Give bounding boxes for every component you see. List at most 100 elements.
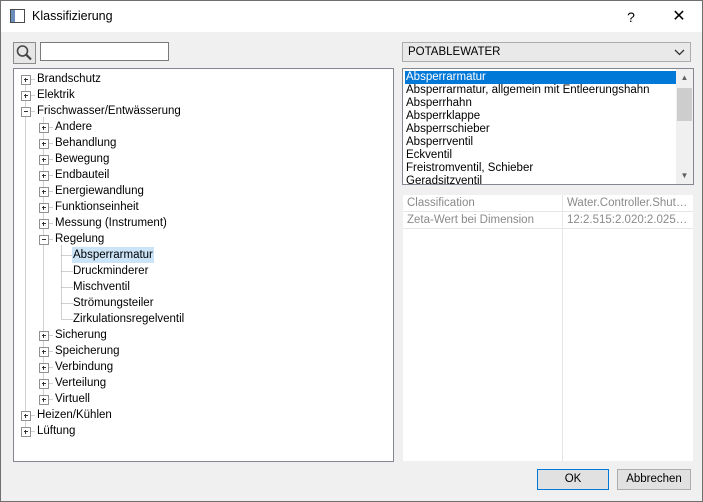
tree-item-label[interactable]: Endbauteil bbox=[54, 167, 110, 183]
tree-item[interactable]: Andere bbox=[14, 119, 393, 135]
property-value: Water.Controller.ShutOff... bbox=[567, 197, 690, 209]
list-scrollbar[interactable]: ▲ ▼ bbox=[676, 69, 693, 184]
tree-item[interactable]: Endbauteil bbox=[14, 167, 393, 183]
tree-item-label[interactable]: Energiewandlung bbox=[54, 183, 145, 199]
tree-item[interactable]: Messung (Instrument) bbox=[14, 215, 393, 231]
type-select[interactable]: POTABLEWATER bbox=[402, 42, 691, 62]
property-name: Classification bbox=[407, 197, 475, 209]
expand-plus-icon[interactable] bbox=[39, 155, 49, 165]
expand-plus-icon[interactable] bbox=[39, 363, 49, 373]
collapse-minus-icon[interactable] bbox=[21, 107, 31, 117]
expand-plus-icon[interactable] bbox=[21, 411, 31, 421]
ok-button[interactable]: OK bbox=[537, 469, 609, 490]
expand-plus-icon[interactable] bbox=[39, 331, 49, 341]
tree-item-label[interactable]: Druckminderer bbox=[72, 263, 149, 279]
expand-plus-icon[interactable] bbox=[39, 347, 49, 357]
tree-item[interactable]: Verbindung bbox=[14, 359, 393, 375]
tree-item-label[interactable]: Funktionseinheit bbox=[54, 199, 140, 215]
list-item[interactable]: Absperrventil bbox=[405, 136, 677, 149]
classification-tree[interactable]: Brandschutz Elektrik Frischwasser/Entwässe… bbox=[13, 68, 394, 462]
tree-item-label[interactable]: Zirkulationsregelventil bbox=[72, 311, 185, 327]
search-button[interactable] bbox=[13, 42, 36, 64]
tree-item[interactable]: Regelung bbox=[14, 231, 393, 247]
expand-plus-icon[interactable] bbox=[21, 75, 31, 85]
list-item[interactable]: Absperrarmatur bbox=[405, 71, 677, 84]
scroll-down-arrow-icon[interactable]: ▼ bbox=[676, 167, 693, 184]
collapse-minus-icon[interactable] bbox=[39, 235, 49, 245]
tree-item-label[interactable]: Behandlung bbox=[54, 135, 117, 151]
tree-item[interactable]: Frischwasser/Entwässerung bbox=[14, 103, 393, 119]
list-item[interactable]: Freistromventil, Schieber bbox=[405, 162, 677, 175]
tree-item-label[interactable]: Frischwasser/Entwässerung bbox=[36, 103, 182, 119]
help-button[interactable]: ? bbox=[619, 6, 643, 28]
title-bar: Klassifizierung ? ✕ bbox=[1, 1, 702, 32]
expand-plus-icon[interactable] bbox=[21, 91, 31, 101]
dialog-window: Klassifizierung ? ✕ Brandschutz Elektrik F… bbox=[0, 0, 703, 502]
tree-item[interactable]: Funktionseinheit bbox=[14, 199, 393, 215]
window-title: Klassifizierung bbox=[32, 9, 113, 23]
property-grid: Classification Water.Controller.ShutOff..… bbox=[402, 194, 694, 462]
tree-item[interactable]: Virtuell bbox=[14, 391, 393, 407]
tree-item[interactable]: Brandschutz bbox=[14, 71, 393, 87]
tree-item-label[interactable]: Mischventil bbox=[72, 279, 131, 295]
list-item[interactable]: Absperrschieber bbox=[405, 123, 677, 136]
tree-item[interactable]: Mischventil bbox=[14, 279, 393, 295]
expand-plus-icon[interactable] bbox=[39, 379, 49, 389]
tree-item[interactable]: Strömungsteiler bbox=[14, 295, 393, 311]
tree-item[interactable]: Zirkulationsregelventil bbox=[14, 311, 393, 327]
expand-plus-icon[interactable] bbox=[39, 395, 49, 405]
tree-item[interactable]: Energiewandlung bbox=[14, 183, 393, 199]
tree-item-label[interactable]: Regelung bbox=[54, 231, 105, 247]
property-name: Zeta-Wert bei Dimension bbox=[407, 214, 534, 226]
property-row[interactable]: Classification Water.Controller.ShutOff..… bbox=[403, 195, 693, 212]
tree-item-label[interactable]: Strömungsteiler bbox=[72, 295, 155, 311]
property-row[interactable]: Zeta-Wert bei Dimension 12:2.515:2.020:2.… bbox=[403, 212, 693, 229]
expand-plus-icon[interactable] bbox=[21, 427, 31, 437]
tree-item[interactable]: Elektrik bbox=[14, 87, 393, 103]
classification-list[interactable]: Absperrarmatur Absperrarmatur, allgemein … bbox=[402, 68, 694, 185]
expand-plus-icon[interactable] bbox=[39, 139, 49, 149]
list-item[interactable]: Absperrarmatur, allgemein mit Entleerung… bbox=[405, 84, 677, 97]
tree-item[interactable]: Behandlung bbox=[14, 135, 393, 151]
tree-item[interactable]: Druckminderer bbox=[14, 263, 393, 279]
chevron-down-icon bbox=[674, 45, 685, 62]
tree-item[interactable]: Verteilung bbox=[14, 375, 393, 391]
list-item[interactable]: Eckventil bbox=[405, 149, 677, 162]
tree-item-label[interactable]: Bewegung bbox=[54, 151, 110, 167]
tree-item-label[interactable]: Verteilung bbox=[54, 375, 107, 391]
tree-item-label[interactable]: Absperrarmatur bbox=[72, 247, 154, 263]
tree-item[interactable]: Lüftung bbox=[14, 423, 393, 439]
property-column-divider bbox=[562, 195, 563, 461]
close-button[interactable]: ✕ bbox=[666, 6, 692, 28]
list-item[interactable]: Absperrklappe bbox=[405, 110, 677, 123]
tree-item[interactable]: Bewegung bbox=[14, 151, 393, 167]
tree-item-label[interactable]: Verbindung bbox=[54, 359, 114, 375]
expand-plus-icon[interactable] bbox=[39, 203, 49, 213]
expand-plus-icon[interactable] bbox=[39, 187, 49, 197]
property-value: 12:2.515:2.020:2.025:2.... bbox=[567, 214, 690, 226]
list-item[interactable]: Absperrhahn bbox=[405, 97, 677, 110]
tree-item[interactable]: Heizen/Kühlen bbox=[14, 407, 393, 423]
tree-item-label[interactable]: Speicherung bbox=[54, 343, 121, 359]
expand-plus-icon[interactable] bbox=[39, 219, 49, 229]
tree-item[interactable]: Sicherung bbox=[14, 327, 393, 343]
scroll-up-arrow-icon[interactable]: ▲ bbox=[676, 69, 693, 86]
tree-item-label[interactable]: Sicherung bbox=[54, 327, 108, 343]
tree-item[interactable]: Speicherung bbox=[14, 343, 393, 359]
tree-item-label[interactable]: Messung (Instrument) bbox=[54, 215, 168, 231]
type-select-value: POTABLEWATER bbox=[408, 46, 501, 58]
tree-item-label[interactable]: Elektrik bbox=[36, 87, 76, 103]
expand-plus-icon[interactable] bbox=[39, 171, 49, 181]
tree-item-label[interactable]: Brandschutz bbox=[36, 71, 102, 87]
tree-item-label[interactable]: Lüftung bbox=[36, 423, 76, 439]
tree-item[interactable]: Absperrarmatur bbox=[14, 247, 393, 263]
tree-item-label[interactable]: Heizen/Kühlen bbox=[36, 407, 113, 423]
tree-item-label[interactable]: Andere bbox=[54, 119, 93, 135]
search-input[interactable] bbox=[40, 42, 169, 61]
tree-item-label[interactable]: Virtuell bbox=[54, 391, 91, 407]
cancel-button[interactable]: Abbrechen bbox=[617, 469, 691, 490]
expand-plus-icon[interactable] bbox=[39, 123, 49, 133]
scroll-thumb[interactable] bbox=[677, 88, 692, 121]
window-app-icon bbox=[10, 9, 25, 23]
list-item[interactable]: Geradsitzventil bbox=[405, 175, 677, 184]
